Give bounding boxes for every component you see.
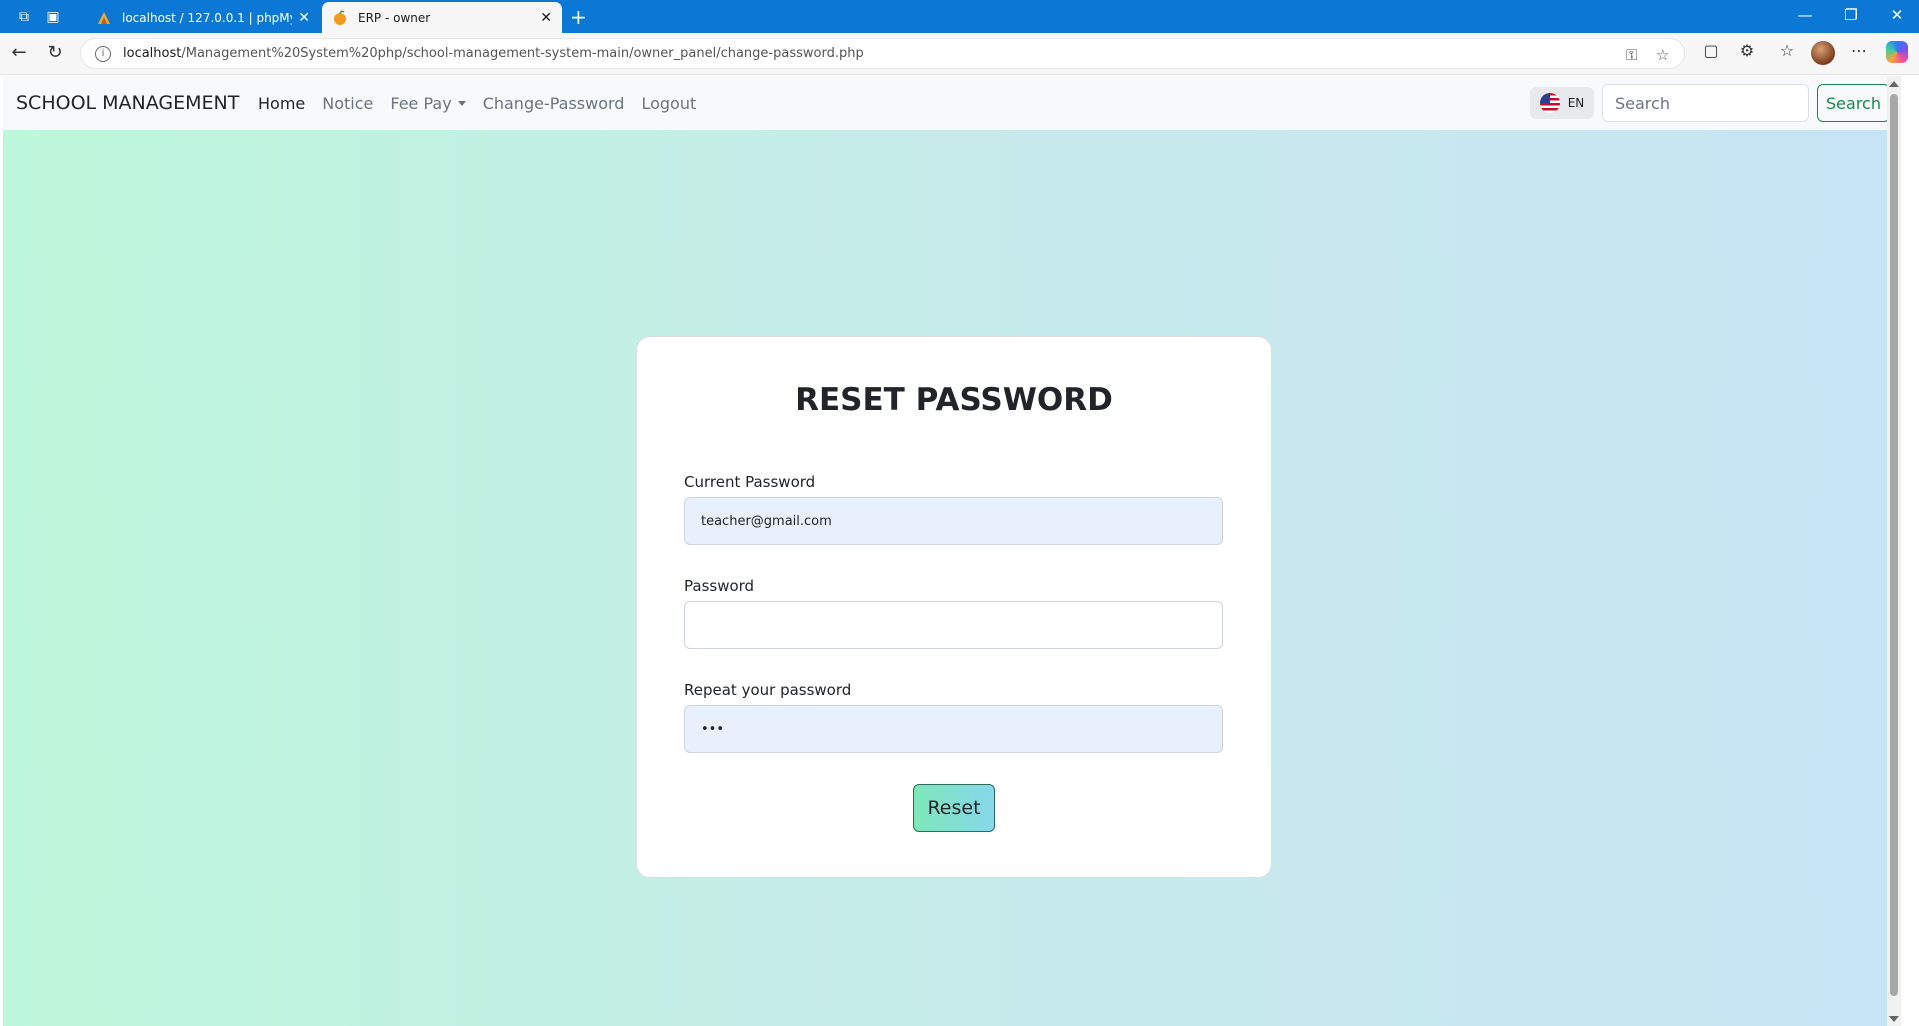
us-flag-icon	[1539, 93, 1560, 113]
refresh-icon[interactable]: ↻	[43, 42, 67, 63]
nav-home[interactable]: Home	[258, 94, 305, 113]
repeat-password-label: Repeat your password	[684, 681, 852, 699]
more-options-icon[interactable]: ⋯	[1846, 41, 1872, 60]
back-icon[interactable]: ←	[7, 42, 31, 63]
page-scrollbar[interactable]	[1887, 76, 1901, 1026]
site-info-icon[interactable]: i	[95, 45, 111, 62]
split-screen-icon[interactable]: ▢	[1698, 41, 1724, 60]
favorites-icon[interactable]: ☆	[1774, 41, 1800, 60]
tab-title: ERP - owner	[358, 10, 431, 25]
current-password-field[interactable]: teacher@gmail.com	[684, 497, 1223, 545]
address-bar[interactable]: i localhost/Management%20System%20php/sc…	[80, 38, 1685, 69]
url-path: /Management%20System%20php/school-manage…	[181, 46, 864, 61]
browser-tab-erp-owner[interactable]: ERP - owner ✕	[322, 2, 562, 33]
password-field[interactable]	[684, 601, 1223, 649]
workspaces-icon[interactable]: ⧉	[14, 7, 34, 27]
copilot-icon[interactable]	[1886, 41, 1908, 63]
password-label: Password	[684, 577, 755, 595]
language-code: EN	[1567, 96, 1585, 110]
phpmyadmin-icon	[98, 11, 110, 24]
scroll-up-icon[interactable]	[1889, 81, 1899, 87]
scroll-down-icon[interactable]	[1889, 1016, 1899, 1022]
nav-logout[interactable]: Logout	[641, 94, 696, 113]
reset-button[interactable]: Reset	[913, 784, 995, 832]
nav-change-password[interactable]: Change-Password	[483, 94, 625, 113]
search-button[interactable]: Search	[1817, 84, 1890, 122]
favorite-star-icon[interactable]: ☆	[1656, 39, 1669, 70]
repeat-password-field[interactable]: •••	[684, 705, 1223, 753]
minimize-icon[interactable]: —	[1790, 6, 1820, 24]
scroll-thumb[interactable]	[1890, 94, 1898, 996]
restore-icon[interactable]: ❐	[1836, 6, 1866, 24]
orange-icon	[334, 9, 346, 25]
browser-tab-strip: ⧉ ▣ localhost / 127.0.0.1 | phpMyAdmin ✕…	[0, 0, 1919, 33]
nav-fee-pay-label: Fee Pay	[390, 93, 452, 113]
page-title: RESET PASSWORD	[795, 382, 1113, 418]
new-tab-icon[interactable]: +	[570, 5, 587, 29]
close-window-icon[interactable]: ✕	[1882, 6, 1912, 24]
close-tab-icon[interactable]: ✕	[540, 10, 552, 26]
search-input[interactable]	[1602, 84, 1809, 122]
brand-title[interactable]: SCHOOL MANAGEMENT	[16, 92, 239, 114]
current-password-label: Current Password	[684, 473, 816, 491]
profile-avatar[interactable]	[1811, 41, 1835, 65]
close-tab-icon[interactable]: ✕	[298, 10, 310, 26]
language-selector[interactable]: EN	[1530, 87, 1594, 119]
url-host: localhost	[123, 46, 182, 61]
nav-fee-pay[interactable]: Fee Pay	[390, 93, 466, 113]
chevron-down-icon	[457, 100, 466, 106]
extensions-icon[interactable]: ⚙	[1734, 41, 1760, 60]
tab-actions-icon[interactable]: ▣	[43, 7, 63, 27]
nav-notice[interactable]: Notice	[322, 94, 373, 113]
reset-password-card: RESET PASSWORD Current Password teacher@…	[636, 336, 1272, 878]
site-navbar: SCHOOL MANAGEMENT Home Notice Fee Pay Ch…	[3, 76, 1901, 130]
browser-toolbar: ← ↻ i localhost/Management%20System%20ph…	[0, 33, 1919, 75]
password-key-icon[interactable]: ⚿	[1626, 39, 1637, 70]
tab-title: localhost / 127.0.0.1 | phpMyAdmin	[122, 10, 292, 25]
page-content: SCHOOL MANAGEMENT Home Notice Fee Pay Ch…	[3, 76, 1901, 1026]
browser-tab-phpmyadmin[interactable]: localhost / 127.0.0.1 | phpMyAdmin ✕	[86, 2, 320, 33]
nav-links: Home Notice Fee Pay Change-Password Logo…	[258, 94, 713, 113]
